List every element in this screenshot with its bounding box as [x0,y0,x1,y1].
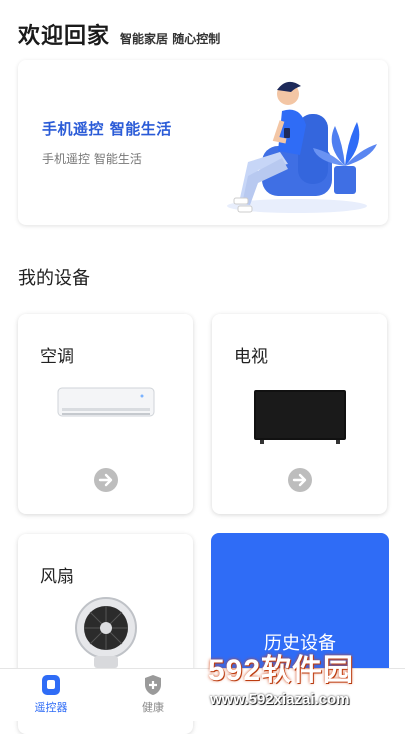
page-subtitle: 智能家居 随心控制 [120,32,221,46]
arrow-right-circle-icon[interactable] [93,467,119,493]
page-title: 欢迎回家 [18,24,111,49]
television-image [212,384,387,446]
arrow-right-circle-icon[interactable] [287,467,313,493]
banner-subtitle: 手机遥控 智能生活 [42,152,142,166]
remote-icon [42,675,60,695]
device-card-air-conditioner[interactable]: 空调 [18,314,193,514]
promo-banner[interactable]: 手机遥控 智能生活 手机遥控 智能生活 [18,60,388,225]
tab-health[interactable]: 健康 [118,673,188,715]
health-shield-icon [145,675,161,695]
tab-remote-label: 遥控器 [34,701,68,714]
air-conditioner-image [18,384,193,424]
watermark-brand: 592软件园 [208,654,355,687]
person-relaxing-illustration [227,81,377,213]
section-title-my-devices: 我的设备 [18,268,90,289]
tab-health-label: 健康 [142,701,164,714]
tab-remote[interactable]: 遥控器 [16,673,86,715]
device-label: 空调 [40,347,74,367]
site-watermark: 592软件园 www.592xiazai.com [200,645,405,720]
device-label: 电视 [234,347,268,367]
banner-title: 手机遥控 智能生活 [42,120,172,138]
watermark-url: www.592xiazai.com [210,691,350,708]
device-card-television[interactable]: 电视 [212,314,387,514]
header: 欢迎回家 智能家居 随心控制 [18,18,220,50]
device-label: 风扇 [40,567,74,587]
fan-image [18,592,193,672]
